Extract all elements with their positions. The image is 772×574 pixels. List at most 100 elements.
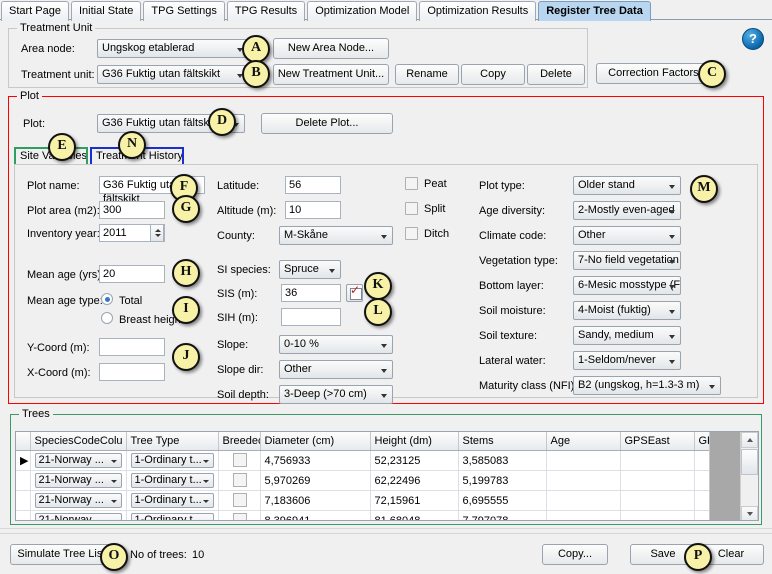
- col-height[interactable]: Height (dm): [370, 432, 459, 451]
- tab-register-tree-data[interactable]: Register Tree Data: [538, 1, 651, 21]
- treetype-cell-combo[interactable]: 1-Ordinary t...: [130, 453, 214, 468]
- soil-moisture-combo[interactable]: 4-Moist (fuktig): [573, 301, 681, 320]
- cell-species[interactable]: 21-Norway ...: [30, 510, 127, 520]
- vegetation-type-combo[interactable]: 7-No field vegetation: [573, 251, 681, 270]
- row-selector[interactable]: [16, 470, 31, 491]
- cell-diameter[interactable]: 8,396941: [260, 510, 371, 520]
- help-icon[interactable]: ?: [742, 28, 764, 50]
- cell-height[interactable]: 81,68048: [370, 510, 459, 520]
- new-area-node-button[interactable]: New Area Node...: [273, 38, 389, 59]
- new-treatment-unit-button[interactable]: New Treatment Unit...: [273, 64, 389, 85]
- trees-grid-scrollbar[interactable]: [740, 432, 758, 520]
- scrollbar-thumb[interactable]: [741, 449, 758, 475]
- cell-height[interactable]: 72,15961: [370, 490, 459, 511]
- cell-breeded[interactable]: [218, 510, 261, 520]
- sis-calculate-button[interactable]: [346, 283, 363, 302]
- cell-species[interactable]: 21-Norway ...: [30, 490, 127, 511]
- cell-gpseast[interactable]: [620, 510, 695, 520]
- cell-age[interactable]: [546, 490, 621, 511]
- breeded-checkbox[interactable]: [232, 453, 247, 467]
- mean-age-type-total-radio[interactable]: [101, 293, 113, 305]
- cell-gpseast[interactable]: [620, 450, 695, 471]
- plot-area-input[interactable]: 300: [99, 201, 165, 219]
- climate-code-combo[interactable]: Other: [573, 226, 681, 245]
- plot-type-combo[interactable]: Older stand: [573, 176, 681, 195]
- peat-checkbox[interactable]: [405, 177, 418, 190]
- inventory-year-stepper[interactable]: [150, 224, 164, 242]
- cell-breeded[interactable]: [218, 450, 261, 471]
- tab-optimization-model[interactable]: Optimization Model: [307, 1, 418, 21]
- breeded-checkbox[interactable]: [232, 473, 247, 487]
- altitude-input[interactable]: 10: [285, 201, 341, 219]
- cell-treetype[interactable]: 1-Ordinary t...: [126, 450, 219, 471]
- cell-diameter[interactable]: 4,756933: [260, 450, 371, 471]
- col-gpseast[interactable]: GPSEast: [620, 432, 695, 451]
- cell-treetype[interactable]: 1-Ordinary t...: [126, 470, 219, 491]
- ditch-checkbox[interactable]: [405, 227, 418, 240]
- treetype-cell-combo[interactable]: 1-Ordinary t...: [130, 493, 214, 508]
- scroll-up-arrow-icon[interactable]: [741, 432, 758, 448]
- scroll-down-arrow-icon[interactable]: [741, 506, 758, 520]
- slope-dir-combo[interactable]: Other: [279, 360, 393, 379]
- cell-diameter[interactable]: 7,183606: [260, 490, 371, 511]
- copy-button[interactable]: Copy...: [542, 544, 608, 565]
- delete-plot-button[interactable]: Delete Plot...: [261, 113, 393, 134]
- mean-age-input[interactable]: 20: [99, 265, 165, 283]
- slope-combo[interactable]: 0-10 %: [279, 335, 393, 354]
- tab-start-page[interactable]: Start Page: [1, 1, 69, 21]
- tab-optimization-results[interactable]: Optimization Results: [419, 1, 537, 21]
- col-treetype[interactable]: Tree Type: [126, 432, 219, 451]
- rename-button[interactable]: Rename: [395, 64, 459, 85]
- y-coord-input[interactable]: [99, 338, 165, 356]
- col-breeded[interactable]: Breedec: [218, 432, 261, 451]
- col-diameter[interactable]: Diameter (cm): [260, 432, 371, 451]
- cell-age[interactable]: [546, 510, 621, 520]
- cell-height[interactable]: 52,23125: [370, 450, 459, 471]
- treatment-unit-combo[interactable]: G36 Fuktig utan fältskikt: [97, 65, 249, 84]
- copy-treatment-unit-button[interactable]: Copy: [461, 64, 525, 85]
- col-speciescode[interactable]: SpeciesCodeColu: [30, 432, 127, 451]
- area-node-combo[interactable]: Ungskog etablerad: [97, 39, 249, 58]
- delete-treatment-unit-button[interactable]: Delete: [527, 64, 585, 85]
- sih-input[interactable]: [281, 308, 341, 326]
- tab-tpg-settings[interactable]: TPG Settings: [143, 1, 225, 21]
- row-selector[interactable]: [16, 510, 31, 520]
- cell-gpseast[interactable]: [620, 490, 695, 511]
- cell-species[interactable]: 21-Norway ...: [30, 450, 127, 471]
- trees-grid[interactable]: SpeciesCodeColu Tree Type Breedec Diamet…: [15, 431, 759, 521]
- lateral-water-combo[interactable]: 1-Seldom/never: [573, 351, 681, 370]
- col-age[interactable]: Age: [546, 432, 621, 451]
- breeded-checkbox[interactable]: [232, 513, 247, 520]
- cell-species[interactable]: 21-Norway ...: [30, 470, 127, 491]
- tab-tpg-results[interactable]: TPG Results: [226, 1, 306, 21]
- cell-height[interactable]: 62,22496: [370, 470, 459, 491]
- cell-breeded[interactable]: [218, 490, 261, 511]
- county-combo[interactable]: M-Skåne: [279, 226, 393, 245]
- cell-stems[interactable]: 6,695555: [458, 490, 547, 511]
- cell-breeded[interactable]: [218, 470, 261, 491]
- cell-stems[interactable]: 7,797078: [458, 510, 547, 520]
- sis-input[interactable]: 36: [281, 284, 341, 302]
- maturity-class-combo[interactable]: B2 (ungskog, h=1.3-3 m): [573, 376, 721, 395]
- soil-texture-combo[interactable]: Sandy, medium: [573, 326, 681, 345]
- mean-age-type-breast-radio[interactable]: [101, 312, 113, 324]
- species-cell-combo[interactable]: 21-Norway ...: [34, 473, 122, 488]
- species-cell-combo[interactable]: 21-Norway ...: [34, 493, 122, 508]
- col-stems[interactable]: Stems: [458, 432, 547, 451]
- cell-gpseast[interactable]: [620, 470, 695, 491]
- split-checkbox[interactable]: [405, 202, 418, 215]
- species-cell-combo[interactable]: 21-Norway ...: [34, 453, 122, 468]
- breeded-checkbox[interactable]: [232, 493, 247, 507]
- tab-initial-state[interactable]: Initial State: [70, 1, 142, 21]
- treetype-cell-combo[interactable]: 1-Ordinary t...: [130, 473, 214, 488]
- cell-treetype[interactable]: 1-Ordinary t...: [126, 490, 219, 511]
- row-selector[interactable]: [16, 490, 31, 511]
- treetype-cell-combo[interactable]: 1-Ordinary t...: [130, 513, 214, 520]
- bottom-layer-combo[interactable]: 6-Mesic mosstype (Fri: [573, 276, 681, 295]
- row-selector[interactable]: ▶: [16, 450, 31, 471]
- soil-depth-combo[interactable]: 3-Deep (>70 cm): [279, 385, 393, 404]
- cell-diameter[interactable]: 5,970269: [260, 470, 371, 491]
- si-species-combo[interactable]: Spruce: [279, 260, 341, 279]
- species-cell-combo[interactable]: 21-Norway ...: [34, 513, 122, 520]
- age-diversity-combo[interactable]: 2-Mostly even-aged: [573, 201, 681, 220]
